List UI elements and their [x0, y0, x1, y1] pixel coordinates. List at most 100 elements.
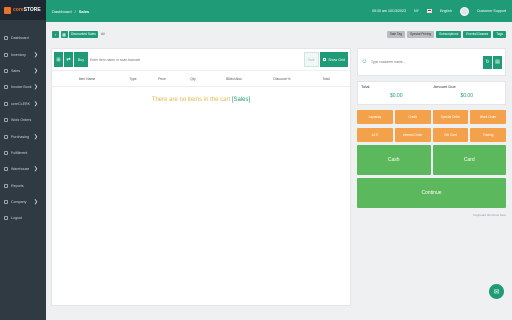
tab-special-pricing[interactable]: Special Pricing: [407, 30, 435, 38]
location-selector[interactable]: NY: [414, 9, 419, 13]
inventory-icon: [4, 52, 8, 57]
topbar-right: 09:30 am 10/13/2023 NY English Customer …: [372, 6, 506, 16]
brand-name-a: core: [13, 7, 24, 13]
sales-tabs: Sale Tag Special Pricing Subscriptions E…: [386, 30, 506, 38]
arrow-left-icon: ‹: [54, 31, 57, 37]
swap-button[interactable]: ⇄: [64, 52, 73, 67]
cart-icon: [4, 134, 8, 139]
sidebar-item-label: Logout: [11, 216, 22, 221]
internal-order-button[interactable]: Internal Order: [394, 128, 431, 142]
brand-logo[interactable]: coreSTORE: [0, 0, 46, 20]
dashboard-icon: [4, 36, 8, 41]
sidebar-item-label: Reports: [11, 183, 24, 188]
sidebar-item-work-orders[interactable]: Work Orders: [0, 112, 46, 128]
sales-icon: [4, 68, 8, 73]
sidebar: coreSTORE Dashboard Inventory ❯ Sales ❯ In…: [0, 0, 46, 320]
tab-tags[interactable]: Tags: [493, 30, 506, 38]
payment-row: Cash Card: [357, 145, 506, 175]
document-icon: ▤: [495, 59, 500, 65]
sidebar-item-invoice-book[interactable]: Invoice Book ❯: [0, 79, 46, 95]
total-section: Total $0.00: [361, 84, 432, 102]
breadcrumb-separator: /: [74, 8, 76, 14]
sidebar-item-dashboard[interactable]: Dashboard: [0, 30, 46, 46]
language-selector[interactable]: English: [440, 9, 452, 13]
scan-button[interactable]: ⊞: [54, 52, 63, 67]
sidebar-item-fulfillment[interactable]: Fulfillment: [0, 145, 46, 161]
chevron-right-icon: ❯: [33, 51, 38, 58]
empty-cart-message: There are no items in the cart [Sales]: [52, 97, 350, 103]
all-filter[interactable]: All: [101, 32, 105, 36]
sidebar-item-purchasing[interactable]: Purchasing ❯: [0, 128, 46, 144]
flag-icon: [427, 9, 433, 13]
tab-events-classes[interactable]: Events/Classes: [463, 30, 492, 38]
column-header: Price: [158, 76, 166, 81]
customer-row: ☺ ↻ ▤: [357, 48, 506, 76]
sidebar-item-reports[interactable]: Reports: [0, 178, 46, 194]
report-icon: [4, 183, 8, 188]
box-icon: [4, 150, 8, 155]
calculator-button[interactable]: ▦: [60, 30, 68, 38]
grid-icon: [322, 57, 327, 62]
tab-sale-tag[interactable]: Sale Tag: [386, 30, 406, 38]
work-order-button[interactable]: Work Order: [470, 110, 506, 124]
customer-details-button[interactable]: ▤: [493, 55, 502, 69]
item-search-row: ⊞ ⇄ Buy Sale Show Grid: [52, 49, 350, 71]
chat-icon: ✉: [493, 288, 500, 296]
sale-toggle[interactable]: Sale: [303, 52, 319, 67]
tab-subscriptions[interactable]: Subscriptions: [436, 30, 462, 38]
sidebar-item-company[interactable]: Company ❯: [0, 194, 46, 210]
sidebar-item-logout[interactable]: Logout: [0, 210, 46, 226]
cash-button[interactable]: Cash: [357, 145, 431, 175]
cart-panel: ⊞ ⇄ Buy Sale Show Grid Item Name Type Pr…: [51, 48, 351, 306]
back-button[interactable]: ‹: [52, 30, 59, 38]
calculator-icon: ▦: [62, 31, 66, 37]
card-button[interactable]: Card: [432, 145, 506, 175]
sidebar-item-sales[interactable]: Sales ❯: [0, 63, 46, 79]
total-value: $0.00: [389, 93, 403, 99]
wrench-icon: [4, 118, 8, 123]
chat-button[interactable]: ✉: [489, 284, 504, 299]
datetime-display: 09:30 am 10/13/2023: [372, 9, 407, 13]
amount-due-section: Amount Due $0.00: [432, 84, 503, 102]
sidebar-item-label: Inventory: [11, 52, 26, 57]
sidebar-item-warehouse[interactable]: Warehouse ❯: [0, 161, 46, 177]
brand-name-b: STORE: [23, 7, 41, 13]
sidebar-item-label: Sales: [11, 68, 20, 73]
column-header: Total: [322, 76, 330, 81]
chevron-right-icon: ❯: [33, 100, 38, 107]
sidebar-item-label: Purchasing: [11, 134, 29, 139]
amount-due-label: Amount Due: [433, 84, 456, 89]
credit-button[interactable]: Credit: [394, 110, 431, 124]
column-header: Discount %: [273, 76, 291, 81]
special-order-button[interactable]: Special Order: [432, 110, 469, 124]
chevron-right-icon: ❯: [33, 84, 38, 91]
breadcrumb-root[interactable]: Dashboard: [52, 9, 72, 14]
sidebar-item-label: Company: [11, 200, 27, 205]
item-search-input[interactable]: [90, 52, 304, 67]
trading-button[interactable]: Trading: [470, 128, 506, 142]
alti-button[interactable]: ALTI: [357, 128, 393, 142]
sale-actions-grid: Layaway Credit Special Order Work Order …: [357, 110, 506, 142]
sidebar-item-label: Fulfillment: [11, 150, 28, 155]
column-header: Qty: [190, 76, 196, 81]
keyboard-shortcuts-link[interactable]: Keyboard shortcuts here: [357, 213, 506, 217]
continue-button[interactable]: Continue: [357, 178, 506, 208]
refresh-customer-button[interactable]: ↻: [483, 55, 492, 69]
logo-icon: [4, 6, 11, 14]
user-name[interactable]: Customer Support: [477, 9, 506, 13]
layaway-button[interactable]: Layaway: [357, 110, 393, 124]
show-grid-label: Show Grid: [328, 57, 345, 62]
buy-button[interactable]: Buy: [74, 52, 88, 67]
avatar[interactable]: [459, 6, 469, 16]
sidebar-item-label: Warehouse: [11, 167, 30, 172]
customer-search-input[interactable]: [371, 60, 482, 64]
barcode-icon: ⊞: [56, 56, 61, 63]
show-grid-button[interactable]: Show Grid: [319, 52, 348, 67]
cart-table-header: Item Name Type Price Qty Billed Also Dis…: [52, 71, 350, 87]
discounted-sales-button[interactable]: Discounted Sales: [69, 30, 98, 38]
amount-due-value: $0.00: [460, 93, 473, 99]
empty-cart-text: There are no items in the cart: [151, 97, 231, 103]
sidebar-item-coreclerk[interactable]: coreCLERK ❯: [0, 96, 46, 112]
sidebar-item-inventory[interactable]: Inventory ❯: [0, 46, 46, 62]
gift-card-button[interactable]: Gift Card: [432, 128, 469, 142]
